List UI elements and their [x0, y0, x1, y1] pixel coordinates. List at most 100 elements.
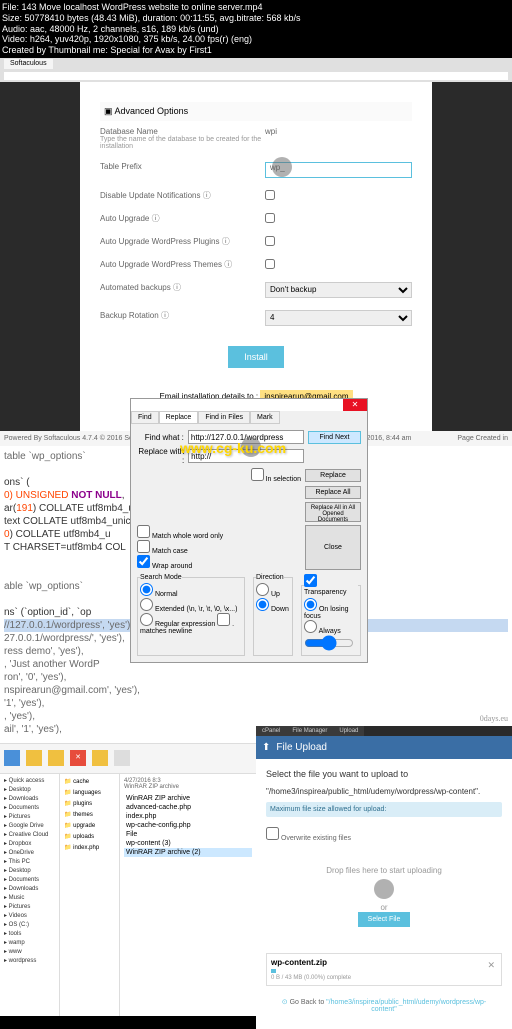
- pin-icon[interactable]: [4, 750, 20, 766]
- find-input[interactable]: [188, 430, 304, 444]
- tree-item[interactable]: ▸ Dropbox: [2, 839, 57, 848]
- close-icon[interactable]: ✕: [487, 960, 495, 971]
- tab-mark[interactable]: Mark: [250, 411, 280, 424]
- file-list[interactable]: 4/27/2016 8:3 WinRAR ZIP archive WinRAR …: [120, 774, 256, 1016]
- replace-all-button[interactable]: Replace All: [305, 486, 361, 499]
- file-row[interactable]: wp-cache-config.php: [124, 821, 252, 830]
- tab-findinfiles[interactable]: Find in Files: [198, 411, 250, 424]
- help-icon[interactable]: ⓘ: [152, 214, 160, 223]
- help-icon[interactable]: ⓘ: [173, 283, 181, 292]
- close-icon[interactable]: ✕: [343, 399, 367, 411]
- paste-icon[interactable]: [48, 750, 64, 766]
- newfolder-icon[interactable]: [92, 750, 108, 766]
- backup-select[interactable]: Don't backup: [265, 282, 412, 298]
- prefix-input[interactable]: wp_: [265, 162, 412, 178]
- wrap-checkbox[interactable]: [137, 555, 150, 568]
- replace-button[interactable]: Replace: [305, 469, 361, 482]
- folder-item[interactable]: 📁 cache: [62, 776, 117, 787]
- file-row[interactable]: File: [124, 830, 252, 839]
- dir-up-radio[interactable]: [256, 583, 269, 596]
- file-row[interactable]: WinRAR ZIP archive (2): [124, 848, 252, 857]
- in-selection-checkbox[interactable]: [251, 468, 264, 481]
- autoup-plugins-label: Auto Upgrade WordPress Plugins ⓘ: [100, 236, 265, 247]
- browser-tab[interactable]: Softaculous: [4, 59, 53, 69]
- tree-item[interactable]: ▸ tools: [2, 929, 57, 938]
- tree-item[interactable]: ▸ Desktop: [2, 785, 57, 794]
- tab-find[interactable]: Find: [131, 411, 159, 424]
- tree-item[interactable]: ▸ This PC: [2, 857, 57, 866]
- tree-item[interactable]: ▸ Documents: [2, 803, 57, 812]
- go-back-link[interactable]: ⊙ Go Back to "/home3/inspirea/public_htm…: [266, 992, 502, 1019]
- explorer-tree[interactable]: ▸ Quick access▸ Desktop▸ Downloads▸ Docu…: [0, 774, 60, 1016]
- select-file-button[interactable]: Select File: [358, 912, 411, 927]
- mode-normal-radio[interactable]: [140, 583, 153, 596]
- file-row[interactable]: WinRAR ZIP archive: [124, 794, 252, 803]
- mode-extended-radio[interactable]: [140, 598, 153, 611]
- replace-label: Replace with :: [137, 447, 184, 465]
- folder-item[interactable]: 📁 upgrade: [62, 820, 117, 831]
- help-icon[interactable]: ⓘ: [224, 260, 232, 269]
- folder-list[interactable]: 📁 cache📁 languages📁 plugins📁 themes📁 upg…: [60, 774, 120, 1016]
- rotation-select[interactable]: 4: [265, 310, 412, 326]
- tree-item[interactable]: ▸ Quick access: [2, 776, 57, 785]
- prefix-label: Table Prefix: [100, 162, 265, 178]
- autoup-label: Auto Upgrade ⓘ: [100, 213, 265, 224]
- tree-item[interactable]: ▸ wamp: [2, 938, 57, 947]
- find-next-button[interactable]: Find Next: [308, 431, 361, 444]
- transparency-slider[interactable]: [304, 635, 354, 651]
- tree-item[interactable]: ▸ OneDrive: [2, 848, 57, 857]
- help-icon[interactable]: ⓘ: [222, 237, 230, 246]
- properties-icon[interactable]: [114, 750, 130, 766]
- tree-item[interactable]: ▸ Downloads: [2, 884, 57, 893]
- dir-down-radio[interactable]: [256, 598, 269, 611]
- tree-item[interactable]: ▸ Videos: [2, 911, 57, 920]
- folder-item[interactable]: 📁 plugins: [62, 798, 117, 809]
- dbname-help: Type the name of the database to be crea…: [100, 136, 265, 150]
- tab-replace[interactable]: Replace: [159, 411, 199, 424]
- folder-item[interactable]: 📁 languages: [62, 787, 117, 798]
- help-icon[interactable]: ⓘ: [203, 191, 211, 200]
- upload-filename: wp-content.zip: [271, 958, 497, 967]
- delete-icon[interactable]: ✕: [70, 750, 86, 766]
- trans-always-radio[interactable]: [304, 620, 317, 633]
- help-icon[interactable]: ⓘ: [161, 311, 169, 320]
- match-case-checkbox[interactable]: [137, 540, 150, 553]
- file-row[interactable]: index.php: [124, 812, 252, 821]
- transparency-checkbox[interactable]: [304, 574, 317, 587]
- trans-losing-radio[interactable]: [304, 598, 317, 611]
- replace-input[interactable]: [188, 449, 304, 463]
- tree-item[interactable]: ▸ Pictures: [2, 812, 57, 821]
- tree-item[interactable]: ▸ Music: [2, 893, 57, 902]
- notif-label: Disable Update Notifications ⓘ: [100, 190, 265, 201]
- tree-item[interactable]: ▸ Downloads: [2, 794, 57, 803]
- folder-item[interactable]: 📁 index.php: [62, 842, 117, 853]
- replace-all-open-button[interactable]: Replace All in All Opened Documents: [305, 502, 361, 522]
- tree-item[interactable]: ▸ Desktop: [2, 866, 57, 875]
- autoup-themes-checkbox[interactable]: [265, 259, 275, 269]
- tree-item[interactable]: ▸ Pictures: [2, 902, 57, 911]
- notif-checkbox[interactable]: [265, 190, 275, 200]
- url-input[interactable]: [4, 72, 508, 80]
- file-row[interactable]: advanced-cache.php: [124, 803, 252, 812]
- advanced-options-toggle[interactable]: ▣ Advanced Options: [100, 102, 412, 121]
- folder-item[interactable]: 📁 themes: [62, 809, 117, 820]
- tree-item[interactable]: ▸ Google Drive: [2, 821, 57, 830]
- whole-word-checkbox[interactable]: [137, 525, 150, 538]
- drop-zone[interactable]: Drop files here to start uploading or Se…: [266, 846, 502, 947]
- mode-regex-radio[interactable]: [140, 613, 153, 626]
- tree-item[interactable]: ▸ Creative Cloud: [2, 830, 57, 839]
- copy-icon[interactable]: [26, 750, 42, 766]
- folder-item[interactable]: 📁 uploads: [62, 831, 117, 842]
- install-button[interactable]: Install: [228, 346, 284, 368]
- tree-item[interactable]: ▸ Documents: [2, 875, 57, 884]
- tree-item[interactable]: ▸ OS (C:): [2, 920, 57, 929]
- file-row[interactable]: wp-content (3): [124, 839, 252, 848]
- autoup-checkbox[interactable]: [265, 213, 275, 223]
- close-button[interactable]: Close: [305, 525, 361, 570]
- find-replace-dialog: ✕ Find Replace Find in Files Mark Find w…: [130, 398, 368, 663]
- overwrite-checkbox[interactable]: [266, 827, 279, 840]
- tree-item[interactable]: ▸ www: [2, 947, 57, 956]
- autoup-plugins-checkbox[interactable]: [265, 236, 275, 246]
- tree-item[interactable]: ▸ wordpress: [2, 956, 57, 965]
- file-meta: WinRAR ZIP archive: [124, 784, 252, 790]
